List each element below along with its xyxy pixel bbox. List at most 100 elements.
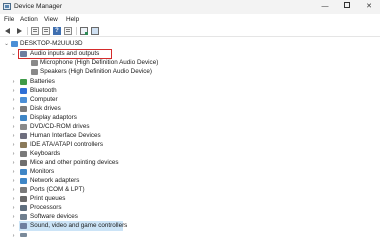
tree-item-label: Microphone (High Definition Audio Device… [40,59,159,66]
hid-icon [20,133,27,139]
chevron-right-icon[interactable]: › [11,204,16,212]
ide-controller-icon [20,142,27,148]
scan-hardware-changes-icon[interactable] [80,27,88,35]
tree-item-audio-inputs-and-outputs[interactable]: ⌄ Audio inputs and outputs [0,50,200,58]
chevron-right-icon[interactable]: › [11,159,16,167]
chevron-right-icon[interactable]: › [11,141,16,149]
tree-item-monitors[interactable]: › Monitors [0,168,200,176]
microphone-icon [31,60,38,66]
dvd-drive-icon [20,124,27,130]
tree-item-label: Processors [30,204,62,211]
chevron-right-icon[interactable]: › [11,186,16,194]
chevron-right-icon[interactable]: › [11,114,16,122]
bluetooth-icon [20,88,27,94]
tree-item-display-adaptors[interactable]: › Display adaptors [0,114,200,122]
menu-action[interactable]: Action [20,16,38,23]
tree-item-label: Computer [30,96,58,103]
tree-item-partial[interactable]: › [0,232,200,240]
speaker-icon [20,51,27,57]
chevron-right-icon[interactable]: › [11,78,16,86]
tree-item-print-queues[interactable]: › Print queues [0,195,200,203]
toolbar-separator [27,27,28,35]
help-icon[interactable]: ? [53,27,61,35]
maximize-icon [344,2,350,9]
device-manager-icon [3,3,11,10]
computer-icon [11,41,18,47]
tree-item-label: Human Interface Devices [30,132,101,139]
computer-icon [20,97,27,103]
tree-item-bluetooth[interactable]: › Bluetooth [0,87,200,95]
display-adaptor-icon [20,115,27,121]
tree-item-software-devices[interactable]: › Software devices [0,213,200,221]
tree-item-processors[interactable]: › Processors [0,204,200,212]
tree-item-label: DVD/CD-ROM drives [30,123,90,130]
maximize-button[interactable] [336,0,358,14]
chevron-right-icon[interactable]: › [11,222,16,230]
tree-item-batteries[interactable]: › Batteries [0,78,200,86]
chevron-right-icon[interactable]: › [11,150,16,158]
tree-item-label: Display adaptors [30,114,77,121]
chevron-right-icon[interactable]: › [11,123,16,131]
chevron-right-icon[interactable]: › [11,105,16,113]
tree-item-label: Ports (COM & LPT) [30,186,85,193]
tree-item-label: Network adapters [30,177,80,184]
tree-item-speakers[interactable]: Speakers (High Definition Audio Device) [0,68,220,76]
chevron-right-icon[interactable]: › [11,87,16,95]
tree-item-ports-com-lpt[interactable]: › Ports (COM & LPT) [0,186,200,194]
tree-item-label: Speakers (High Definition Audio Device) [40,68,153,75]
tree-item-label: Sound, video and game controllers [30,222,128,229]
device-tree[interactable]: ⌄ DESKTOP-M2UUU3D ⌄ Audio inputs and out… [0,38,380,241]
tree-item-computer[interactable]: › Computer [0,96,200,104]
storage-controller-icon [20,233,27,237]
title-bar: Device Manager — ✕ [0,0,380,14]
properties-icon[interactable] [31,27,39,35]
tree-item-label: Monitors [30,168,55,175]
chevron-right-icon[interactable]: › [11,177,16,185]
mouse-icon [20,160,27,166]
tree-item-disk-drives[interactable]: › Disk drives [0,105,200,113]
menu-file[interactable]: File [4,16,14,23]
printer-icon [20,196,27,202]
chevron-down-icon[interactable]: ⌄ [11,50,16,58]
forward-arrow-icon[interactable] [15,27,23,35]
network-adapter-icon [20,178,27,184]
processor-icon [20,205,27,211]
back-arrow-icon[interactable] [4,27,12,35]
toolbar-separator [76,27,77,35]
tree-item-dvd-cd-rom-drives[interactable]: › DVD/CD-ROM drives [0,123,200,131]
tree-item-ide-ata-atapi-controllers[interactable]: › IDE ATA/ATAPI controllers [0,141,200,149]
battery-icon [20,79,27,85]
window-title: Device Manager [14,3,63,10]
display-monitor-icon[interactable] [91,27,99,35]
show-hide-console-tree-icon[interactable] [42,27,50,35]
chevron-right-icon[interactable]: › [11,168,16,176]
tree-item-mice-and-other-pointing-devices[interactable]: › Mice and other pointing devices [0,159,200,167]
chevron-right-icon[interactable]: › [11,232,16,240]
monitor-icon [20,169,27,175]
tree-item-label: IDE ATA/ATAPI controllers [30,141,104,148]
tree-item-label: Disk drives [30,105,61,112]
tree-item-network-adapters[interactable]: › Network adapters [0,177,200,185]
speaker-icon [31,69,38,75]
tree-item-label: Bluetooth [30,87,57,94]
tree-item-sound-video-and-game-controllers[interactable]: › Sound, video and game controllers [0,222,200,230]
tree-item-label: Keyboards [30,150,61,157]
menu-help[interactable]: Help [66,16,79,23]
chevron-down-icon[interactable]: ⌄ [4,40,9,48]
menu-bar: File Action View Help [0,14,380,25]
close-button[interactable]: ✕ [358,0,380,14]
tree-root[interactable]: ⌄ DESKTOP-M2UUU3D [0,40,200,48]
chevron-right-icon[interactable]: › [11,132,16,140]
chevron-right-icon[interactable]: › [11,213,16,221]
tree-item-microphone[interactable]: Microphone (High Definition Audio Device… [0,59,220,67]
minimize-button[interactable]: — [314,0,336,14]
tree-item-keyboards[interactable]: › Keyboards [0,150,200,158]
chevron-right-icon[interactable]: › [11,195,16,203]
menu-view[interactable]: View [44,16,58,23]
chevron-right-icon[interactable]: › [11,96,16,104]
tree-item-label: Audio inputs and outputs [30,50,100,57]
tree-item-human-interface-devices[interactable]: › Human Interface Devices [0,132,200,140]
action-pane-icon[interactable] [64,27,72,35]
tree-item-label: Print queues [30,195,66,202]
tree-item-label: Mice and other pointing devices [30,159,119,166]
